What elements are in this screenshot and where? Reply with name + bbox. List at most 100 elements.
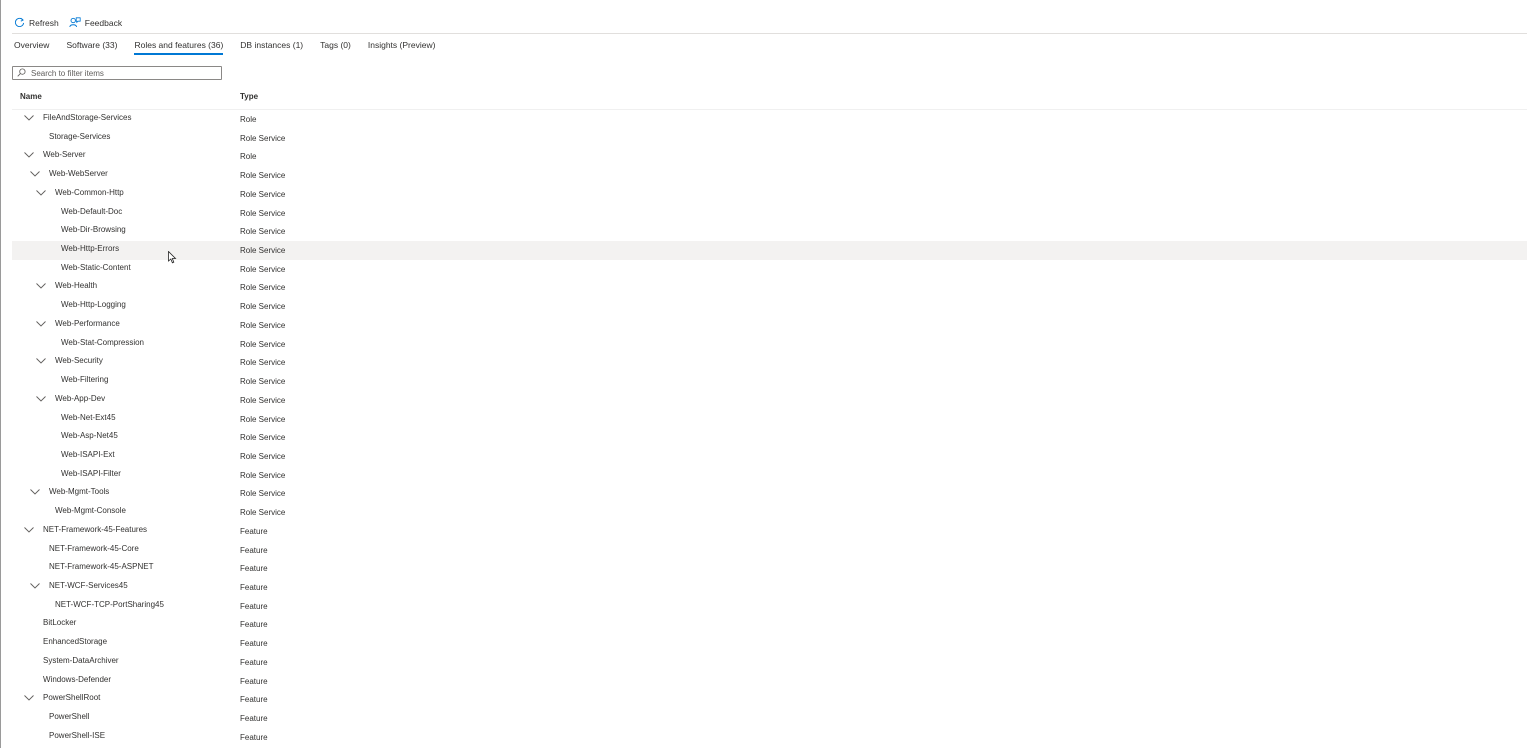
row-name: Web-Asp-Net45: [61, 431, 118, 441]
tree-row[interactable]: EnhancedStorage Feature: [12, 634, 1527, 653]
tree-row[interactable]: PowerShell-ISE Feature: [12, 728, 1527, 747]
tree-row[interactable]: Web-ISAPI-Filter Role Service: [12, 466, 1527, 485]
chevron-down-icon[interactable]: [24, 526, 34, 535]
row-type: Role Service: [240, 264, 286, 274]
search-icon: [13, 64, 31, 82]
tree-row[interactable]: Web-Filtering Role Service: [12, 372, 1527, 391]
tree-row[interactable]: Windows-Defender Feature: [12, 672, 1527, 691]
row-type: Feature: [240, 526, 268, 536]
row-type: Feature: [240, 732, 268, 742]
tree-row[interactable]: Storage-Services Role Service: [12, 129, 1527, 148]
tree-row[interactable]: System-DataArchiver Feature: [12, 653, 1527, 672]
toolbar-divider: [12, 33, 1527, 34]
tree-row[interactable]: Web-Health Role Service: [12, 278, 1527, 297]
row-name: System-DataArchiver: [43, 655, 119, 665]
chevron-down-icon[interactable]: [24, 694, 34, 703]
tree-row[interactable]: Web-Common-Http Role Service: [12, 185, 1527, 204]
row-type: Role Service: [240, 395, 286, 405]
tree-row[interactable]: Web-Mgmt-Tools Role Service: [12, 484, 1527, 503]
tree-row[interactable]: Web-Http-Logging Role Service: [12, 297, 1527, 316]
mouse-pointer-icon: [168, 250, 177, 269]
tree-row[interactable]: Web-Static-Content Role Service: [12, 260, 1527, 279]
row-name: Web-Server: [43, 150, 86, 160]
chevron-down-icon[interactable]: [36, 395, 46, 404]
row-type: Role Service: [240, 320, 286, 330]
window-left-border: [0, 0, 1, 748]
tab-list: Overview Software (33) Roles and feature…: [14, 38, 452, 56]
chevron-down-icon[interactable]: [36, 282, 46, 291]
tree-row[interactable]: Web-Performance Role Service: [12, 316, 1527, 335]
refresh-icon: [14, 17, 29, 30]
row-type: Role Service: [240, 451, 286, 461]
row-name: Storage-Services: [49, 131, 111, 141]
tree-row[interactable]: NET-Framework-45-Features Feature: [12, 522, 1527, 541]
row-name: Web-Security: [55, 356, 103, 366]
row-type: Feature: [240, 620, 268, 630]
tab-overview[interactable]: Overview: [14, 38, 49, 55]
tree-row[interactable]: Web-ISAPI-Ext Role Service: [12, 447, 1527, 466]
tree-row[interactable]: Web-Net-Ext45 Role Service: [12, 410, 1527, 429]
tree-row[interactable]: Web-Default-Doc Role Service: [12, 204, 1527, 223]
row-name: Web-App-Dev: [55, 393, 106, 403]
column-header-name[interactable]: Name: [20, 92, 42, 101]
row-type: Feature: [240, 657, 268, 667]
row-type: Feature: [240, 639, 268, 649]
row-name: Web-Mgmt-Tools: [49, 487, 110, 497]
feedback-button[interactable]: Feedback: [69, 16, 123, 30]
chevron-down-icon[interactable]: [30, 582, 40, 591]
row-name: Windows-Defender: [43, 674, 112, 684]
tree-row[interactable]: NET-Framework-45-Core Feature: [12, 541, 1527, 560]
tree-row[interactable]: Web-Stat-Compression Role Service: [12, 335, 1527, 354]
tab-tags[interactable]: Tags (0): [320, 38, 351, 55]
tree-row[interactable]: NET-WCF-TCP-PortSharing45 Feature: [12, 597, 1527, 616]
chevron-down-icon[interactable]: [24, 114, 34, 123]
row-type: Role Service: [240, 377, 286, 387]
row-type: Role Service: [240, 227, 286, 237]
tree-row[interactable]: NET-Framework-45-ASPNET Feature: [12, 559, 1527, 578]
tree-row[interactable]: Web-WebServer Role Service: [12, 166, 1527, 185]
tree-row[interactable]: Web-Server Role: [12, 147, 1527, 166]
tree-row[interactable]: BitLocker Feature: [12, 615, 1527, 634]
tree-row[interactable]: Web-Dir-Browsing Role Service: [12, 222, 1527, 241]
row-type: Feature: [240, 714, 268, 723]
search-input[interactable]: [31, 68, 211, 78]
tree-row[interactable]: Web-Mgmt-Console Role Service: [12, 503, 1527, 522]
chevron-down-icon[interactable]: [30, 170, 40, 179]
row-name: Web-Performance: [55, 318, 120, 328]
refresh-button[interactable]: Refresh: [14, 17, 59, 30]
row-type: Role Service: [240, 414, 286, 424]
row-type: Feature: [240, 601, 268, 611]
row-type: Role Service: [240, 339, 286, 349]
tab-roles-and-features[interactable]: Roles and features (36): [134, 38, 223, 55]
tab-software[interactable]: Software (33): [66, 38, 117, 55]
search-box[interactable]: [12, 66, 222, 80]
tree-row[interactable]: Web-Asp-Net45 Role Service: [12, 428, 1527, 447]
tree-row[interactable]: FileAndStorage-Services Role: [12, 110, 1527, 129]
row-name: Web-Health: [55, 281, 98, 291]
row-type: Role Service: [240, 133, 286, 143]
row-type: Role Service: [240, 283, 286, 293]
chevron-down-icon[interactable]: [36, 357, 46, 366]
feedback-label: Feedback: [84, 18, 123, 28]
tree-row[interactable]: PowerShell Feature: [12, 709, 1527, 728]
tree-row[interactable]: PowerShellRoot Feature: [12, 690, 1527, 709]
chevron-down-icon[interactable]: [24, 151, 34, 160]
tab-db-instances[interactable]: DB instances (1): [240, 38, 303, 55]
tree-row[interactable]: NET-WCF-Services45 Feature: [12, 578, 1527, 597]
row-name: Web-Http-Errors: [61, 244, 120, 254]
row-type: Role Service: [240, 302, 286, 312]
tree-row[interactable]: Web-Security Role Service: [12, 353, 1527, 372]
row-type: Role Service: [240, 508, 286, 518]
column-header-type[interactable]: Type: [240, 92, 258, 101]
chevron-down-icon[interactable]: [36, 320, 46, 329]
chevron-down-icon[interactable]: [30, 488, 40, 497]
row-type: Role Service: [240, 433, 286, 443]
tab-insights[interactable]: Insights (Preview): [368, 38, 436, 55]
tree-row[interactable]: Web-App-Dev Role Service: [12, 391, 1527, 410]
row-name: Web-Filtering: [61, 375, 109, 385]
chevron-down-icon[interactable]: [36, 189, 46, 198]
row-name: PowerShell-ISE: [49, 730, 106, 740]
row-name: NET-Framework-45-Features: [43, 524, 148, 534]
tree-row[interactable]: Web-Http-Errors Role Service: [12, 241, 1527, 260]
row-type: Role Service: [240, 358, 286, 368]
